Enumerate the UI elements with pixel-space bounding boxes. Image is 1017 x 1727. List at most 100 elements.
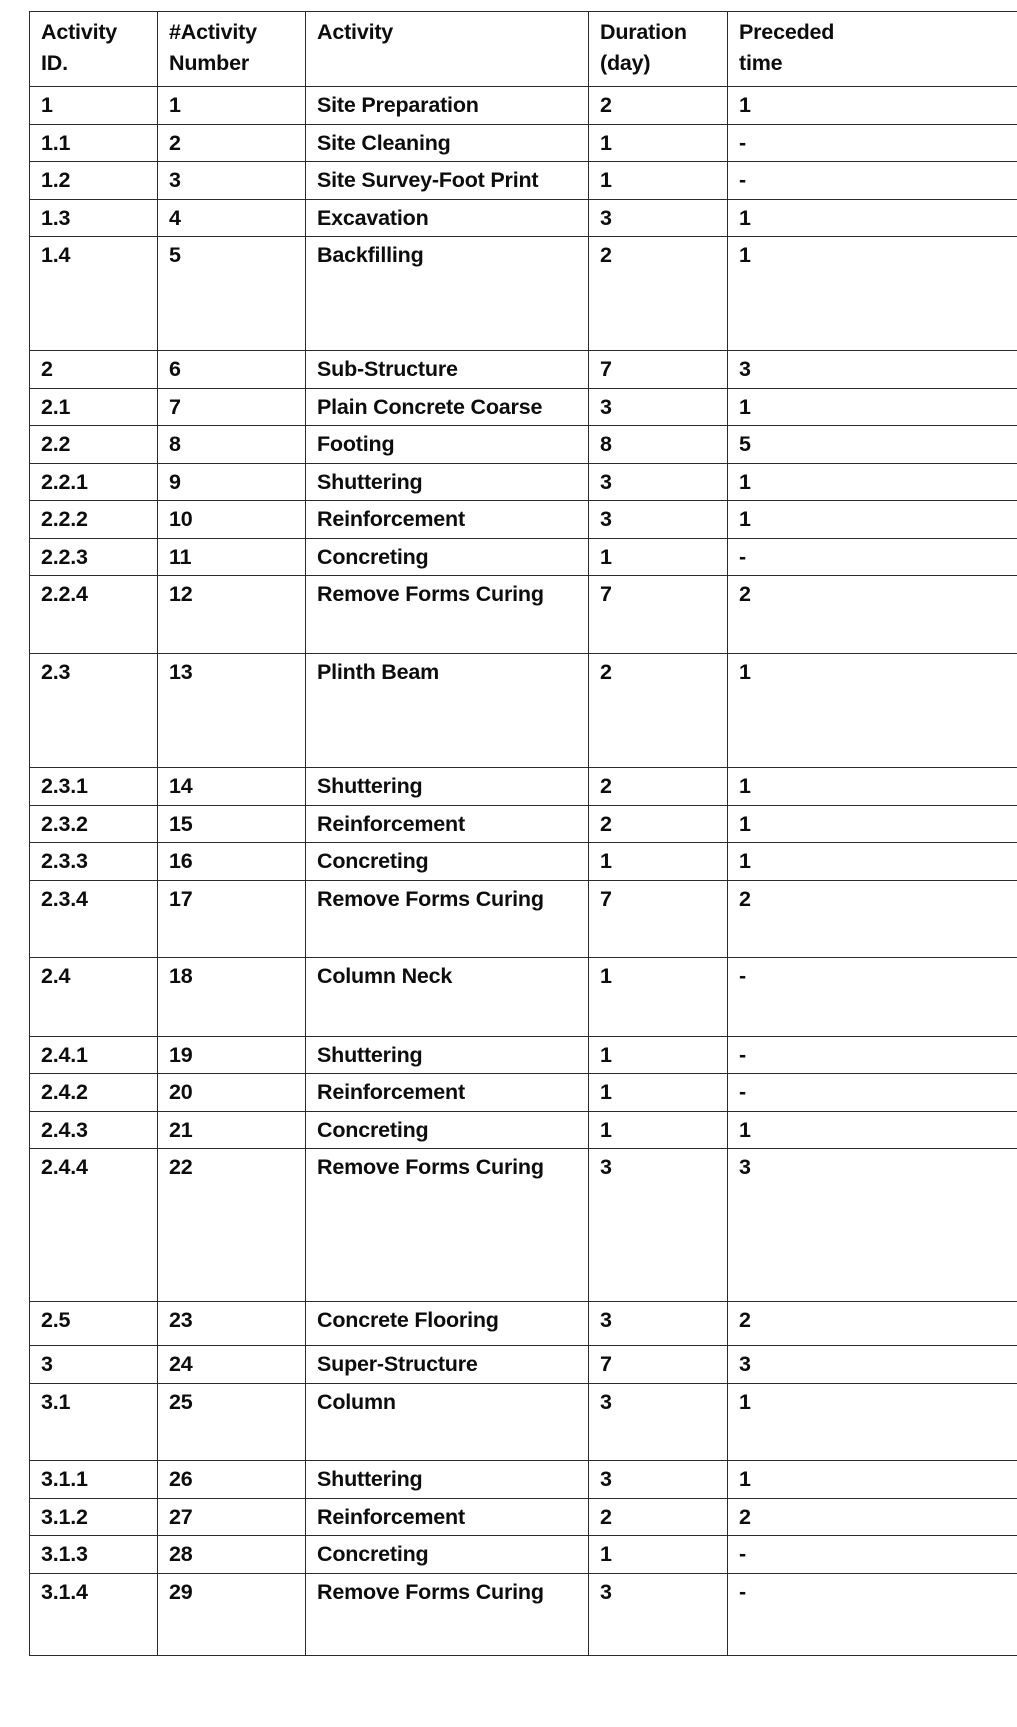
cell-duration: 3 — [588, 500, 728, 539]
cell-activity: Remove Forms Curing — [305, 1148, 589, 1303]
cell-preceded-time: - — [727, 537, 1017, 577]
table-row: 3.1.2 27 Reinforcement 2 2 — [29, 1497, 1017, 1537]
table-row: 3.1 25 Column 3 1 — [29, 1383, 1017, 1462]
cell-activity-number: 19 — [157, 1035, 306, 1075]
cell-duration: 7 — [588, 350, 728, 389]
cell-activity-number: 23 — [157, 1301, 306, 1347]
cell-activity-id: 1.4 — [29, 236, 158, 352]
cell-activity-id: 2.4.4 — [29, 1148, 158, 1303]
cell-activity: Footing — [305, 425, 589, 464]
table-row: 2.2.1 9 Shuttering 3 1 — [29, 462, 1017, 502]
cell-activity-id: 2.4 — [29, 956, 158, 1037]
cell-duration: 7 — [588, 1345, 728, 1385]
cell-duration: 3 — [588, 1383, 728, 1462]
cell-duration: 1 — [588, 1535, 728, 1575]
cell-duration: 2 — [588, 1497, 728, 1537]
table-row: 2.1 7 Plain Concrete Coarse 3 1 — [29, 387, 1017, 427]
cell-activity-id: 2.2 — [29, 425, 158, 464]
cell-duration: 1 — [588, 1110, 728, 1150]
table-row: 2 6 Sub-Structure 7 3 — [29, 350, 1017, 389]
cell-activity-id: 3.1.4 — [29, 1573, 158, 1657]
cell-preceded-time: 1 — [727, 86, 1017, 125]
cell-activity-number: 3 — [157, 161, 306, 200]
table-body: 1 1 Site Preparation 2 1 1.1 2 Site Cleaning 1-1… — [29, 86, 1017, 1657]
cell-activity-number: 10 — [157, 500, 306, 539]
column-header-activity-id: Activity ID. — [29, 11, 158, 87]
cell-duration: 1 — [588, 842, 728, 881]
cell-activity-number: 18 — [157, 956, 306, 1037]
cell-activity-id: 2 — [29, 350, 158, 389]
cell-activity-number: 20 — [157, 1073, 306, 1112]
header-line-2: Number — [169, 50, 250, 75]
cell-preceded-time: - — [727, 1535, 1017, 1575]
cell-activity: Reinforcement — [305, 1073, 589, 1112]
cell-preceded-time: 2 — [727, 879, 1017, 958]
cell-activity-number: 24 — [157, 1345, 306, 1385]
cell-activity: Excavation — [305, 198, 589, 238]
cell-preceded-time: - — [727, 1073, 1017, 1112]
table-row: 2.2.4 12 Remove Forms Curing 7 2 — [29, 575, 1017, 655]
header-line-1: Activity — [41, 20, 118, 44]
cell-activity-number: 9 — [157, 462, 306, 502]
table-row: 2.2 8 Footing 8 5 — [29, 425, 1017, 464]
cell-activity: Site Cleaning — [305, 123, 589, 163]
cell-activity: Concreting — [305, 1535, 589, 1575]
cell-activity: Reinforcement — [305, 500, 589, 539]
cell-activity-number: 5 — [157, 236, 306, 352]
cell-activity-number: 12 — [157, 575, 306, 655]
column-header-preceded-time: Preceded time — [727, 11, 1017, 87]
cell-activity-number: 8 — [157, 425, 306, 464]
cell-activity: Remove Forms Curing — [305, 1573, 589, 1657]
header-line-1: Duration — [600, 20, 687, 44]
table-row: 1.4 5 Backfilling 2 1 — [29, 236, 1017, 352]
cell-activity-number: 16 — [157, 842, 306, 881]
cell-preceded-time: 1 — [727, 767, 1017, 806]
column-header-duration: Duration (day) — [588, 11, 728, 87]
cell-activity-number: 13 — [157, 653, 306, 769]
table-row: 2.4.4 22 Remove Forms Curing 3 3 — [29, 1148, 1017, 1303]
cell-activity: Concreting — [305, 1110, 589, 1150]
table-row: 2.2.3 11 Concreting 1- — [29, 537, 1017, 577]
cell-preceded-time: 1 — [727, 387, 1017, 427]
cell-activity-number: 2 — [157, 123, 306, 163]
cell-activity: Concreting — [305, 842, 589, 881]
cell-duration: 1 — [588, 161, 728, 200]
header-line-2: (day) — [600, 50, 651, 75]
cell-duration: 3 — [588, 1573, 728, 1657]
cell-activity-number: 28 — [157, 1535, 306, 1575]
header-row: Activity ID. #Activity Number Activity D… — [29, 11, 1017, 87]
cell-activity: Sub-Structure — [305, 350, 589, 389]
table-row: 1 1 Site Preparation 2 1 — [29, 86, 1017, 125]
cell-preceded-time: - — [727, 161, 1017, 200]
cell-activity-id: 3.1.1 — [29, 1460, 158, 1499]
table-row: 2.3.1 14 Shuttering 2 1 — [29, 767, 1017, 806]
table-row: 2.3 13 Plinth Beam 2 1 — [29, 653, 1017, 769]
table-header: Activity ID. #Activity Number Activity D… — [29, 11, 1017, 87]
cell-preceded-time: 1 — [727, 804, 1017, 844]
cell-duration: 3 — [588, 198, 728, 238]
cell-activity-id: 2.3.1 — [29, 767, 158, 806]
header-line-1: #Activity — [169, 20, 257, 44]
table-row: 2.4.1 19 Shuttering 1- — [29, 1035, 1017, 1075]
cell-preceded-time: 2 — [727, 1301, 1017, 1347]
cell-preceded-time: 2 — [727, 575, 1017, 655]
cell-activity-id: 2.3.2 — [29, 804, 158, 844]
cell-activity-id: 2.2.1 — [29, 462, 158, 502]
cell-activity-id: 1.3 — [29, 198, 158, 238]
cell-preceded-time: - — [727, 956, 1017, 1037]
table-row: 1.3 4 Excavation 3 1 — [29, 198, 1017, 238]
cell-preceded-time: 1 — [727, 842, 1017, 881]
cell-activity-id: 2.3.4 — [29, 879, 158, 958]
table-row: 2.3.3 16 Concreting 1 1 — [29, 842, 1017, 881]
cell-preceded-time: - — [727, 123, 1017, 163]
cell-activity-id: 3 — [29, 1345, 158, 1385]
cell-activity-id: 2.1 — [29, 387, 158, 427]
cell-duration: 1 — [588, 1035, 728, 1075]
table-row: 2.3.4 17 Remove Forms Curing 7 2 — [29, 879, 1017, 958]
cell-activity-id: 3.1.2 — [29, 1497, 158, 1537]
cell-duration: 8 — [588, 425, 728, 464]
cell-preceded-time: - — [727, 1573, 1017, 1657]
cell-activity-number: 22 — [157, 1148, 306, 1303]
table-row: 2.4.3 21 Concreting 1 1 — [29, 1110, 1017, 1150]
cell-duration: 3 — [588, 1148, 728, 1303]
